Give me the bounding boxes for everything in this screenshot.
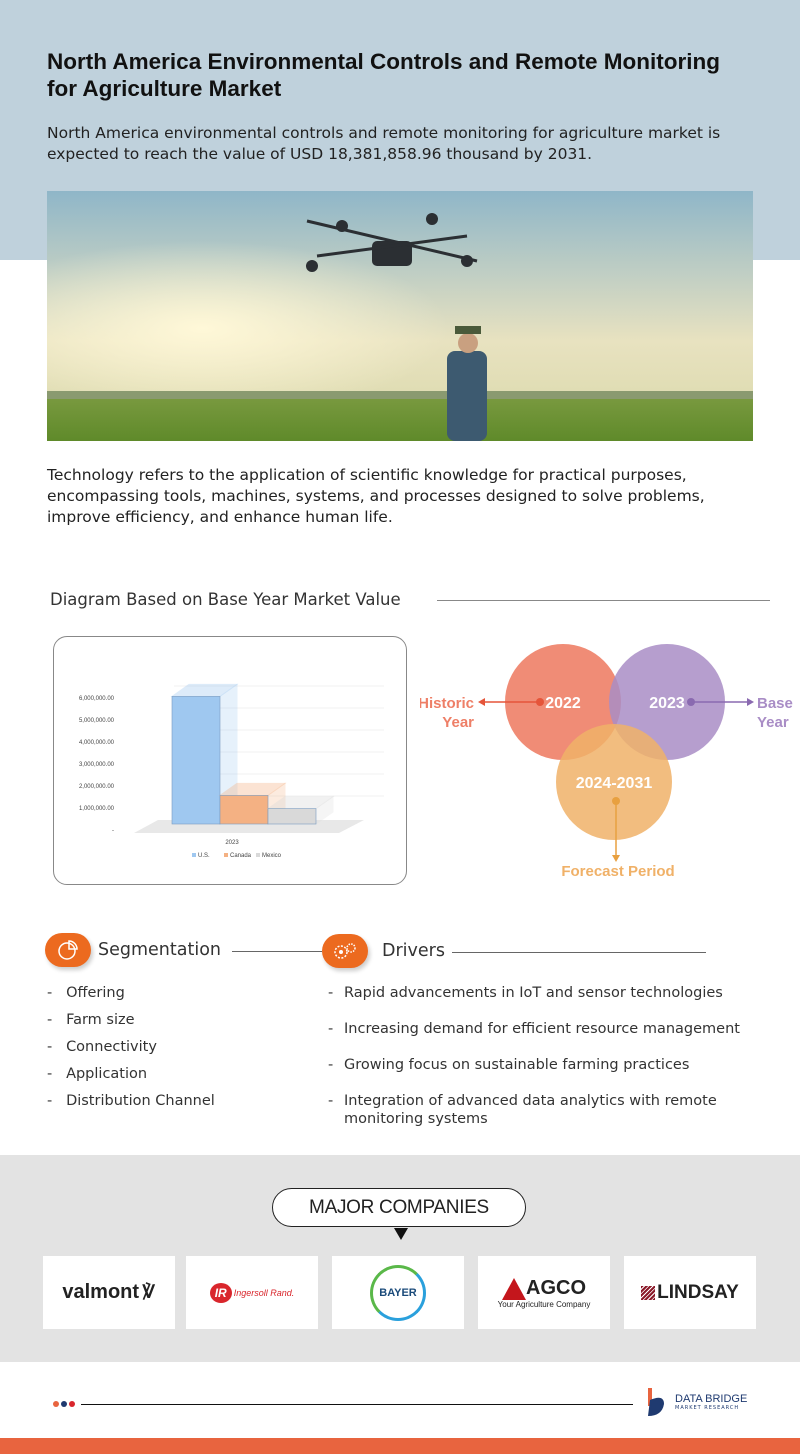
bar-canada <box>219 795 269 825</box>
arrow-right-icon <box>747 698 754 706</box>
data-bridge-mark-icon <box>648 1388 664 1416</box>
driver-item: Growing focus on sustainable farming pra… <box>344 1057 690 1073</box>
y-tick-label: 4,000,000.00 <box>79 740 115 746</box>
bar-chart-card: - 1,000,000.00 2,000,000.00 3,000,000.00 4,0… <box>53 636 407 885</box>
divider <box>232 951 322 952</box>
segment-item: Offering <box>66 985 125 1001</box>
legend-label: Mexico <box>262 853 282 859</box>
bar-mexico <box>267 808 317 825</box>
y-tick-label: 6,000,000.00 <box>79 696 115 702</box>
y-tick-label: 3,000,000.00 <box>79 762 115 768</box>
driver-item: Rapid advancements in IoT and sensor tec… <box>344 985 723 1001</box>
footer-accent-bar <box>0 1438 800 1454</box>
y-tick-label: - <box>112 828 114 834</box>
diagram-title: Diagram Based on Base Year Market Value <box>50 590 405 609</box>
legend-swatch <box>224 853 228 857</box>
legend-swatch <box>256 853 260 857</box>
base-label: Base <box>757 695 793 712</box>
arrow-down-icon <box>612 855 620 862</box>
segmentation-title: Segmentation <box>98 940 221 960</box>
divider <box>452 952 706 953</box>
forecast-label: Forecast Period <box>561 863 674 880</box>
hero-image-drone-farmer <box>47 191 753 441</box>
y-tick-label: 1,000,000.00 <box>79 806 115 812</box>
pointer-triangle <box>394 1228 408 1240</box>
agco-logo: AGCO Your Agriculture Company <box>478 1256 610 1329</box>
bayer-logo: BAYER <box>332 1256 464 1329</box>
page-title: North America Environmental Controls and… <box>47 49 720 101</box>
historic-year: 2022 <box>545 695 581 712</box>
forecast-years: 2024-2031 <box>576 775 653 792</box>
base-year: 2023 <box>649 695 685 712</box>
lindsay-logo: LINDSAY <box>624 1256 756 1329</box>
segment-item: Application <box>66 1066 148 1082</box>
drivers-badge <box>322 934 368 968</box>
arrow-left-icon <box>478 698 485 706</box>
data-bridge-logo: DATA BRIDGE MARKET RESEARCH <box>642 1386 747 1418</box>
venn-diagram: 2022 2023 2024-2031 Historic Year Base Y… <box>420 644 793 880</box>
x-tick-label: 2023 <box>225 840 239 846</box>
segment-item: Farm size <box>66 1012 135 1028</box>
legend-swatch <box>192 853 196 857</box>
bar-chart: - 1,000,000.00 2,000,000.00 3,000,000.00 4,0… <box>79 683 384 859</box>
driver-item: Integration of advanced data analytics w… <box>344 1093 717 1127</box>
historic-label: Historic <box>420 695 474 712</box>
description-paragraph: Technology refers to the application of … <box>47 466 705 526</box>
footer-line <box>81 1404 633 1405</box>
pie-chart-icon <box>58 940 78 960</box>
historic-label-2: Year <box>442 714 474 731</box>
legend-label: U.S. <box>198 853 210 859</box>
divider <box>437 600 770 601</box>
legend-label: Canada <box>230 853 252 859</box>
segmentation-badge <box>45 933 91 967</box>
driver-item: Increasing demand for efficient resource… <box>344 1021 740 1037</box>
gears-icon <box>334 943 356 959</box>
major-companies-label: MAJOR COMPANIES <box>272 1188 526 1227</box>
base-label-2: Year <box>757 714 789 731</box>
dots-decoration <box>53 1401 75 1407</box>
valmont-logo: valmont ℣ <box>43 1256 175 1329</box>
y-tick-label: 2,000,000.00 <box>79 784 115 790</box>
bar-us <box>171 696 221 825</box>
page-subtitle: North America environmental controls and… <box>47 124 721 163</box>
ingersoll-rand-logo: IR Ingersoll Rand. <box>186 1256 318 1329</box>
y-tick-label: 5,000,000.00 <box>79 718 115 724</box>
segment-item: Connectivity <box>66 1039 157 1055</box>
segment-item: Distribution Channel <box>66 1093 215 1109</box>
drivers-title: Drivers <box>382 941 445 961</box>
